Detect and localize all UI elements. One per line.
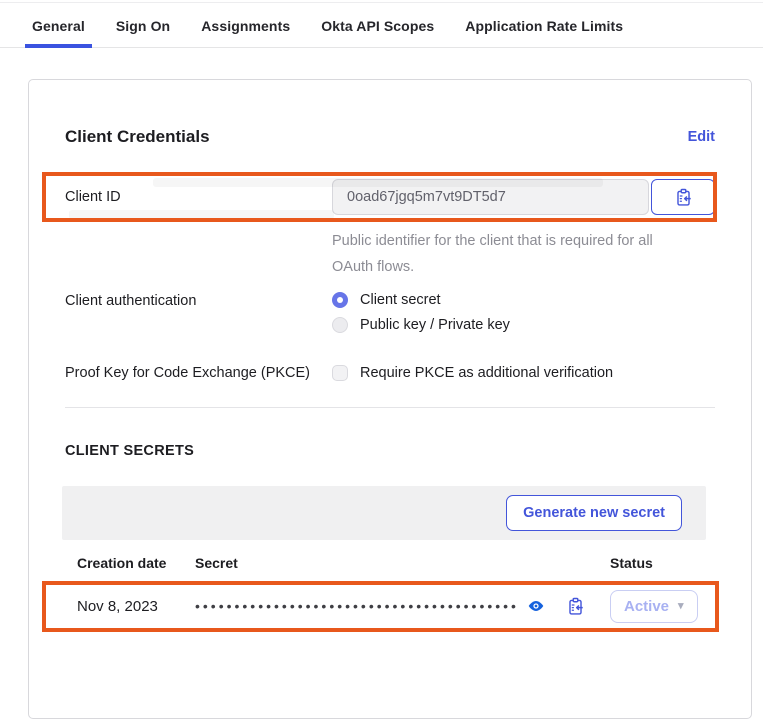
client-credentials-header: Client Credentials Edit bbox=[65, 127, 715, 147]
tab-general[interactable]: General bbox=[25, 12, 92, 47]
tab-label: Assignments bbox=[201, 18, 290, 34]
pkce-row: Proof Key for Code Exchange (PKCE) Requi… bbox=[65, 365, 715, 381]
checkbox-unchecked-icon bbox=[332, 365, 348, 381]
generate-new-secret-button[interactable]: Generate new secret bbox=[506, 495, 682, 531]
header-secret: Secret bbox=[195, 555, 547, 571]
client-authentication-row: Client authentication Client secret Publ… bbox=[65, 292, 715, 333]
section-title: Client Credentials bbox=[65, 127, 210, 147]
status-dropdown-button[interactable]: Active ▾ bbox=[610, 590, 698, 623]
tab-sign-on[interactable]: Sign On bbox=[109, 12, 177, 47]
tab-bar: General Sign On Assignments Okta API Sco… bbox=[0, 0, 763, 48]
radio-option-client-secret[interactable]: Client secret bbox=[332, 292, 715, 308]
masked-secret-value: ••••••••••••••••••••••••••••••••••••••••… bbox=[195, 598, 517, 614]
client-secrets-toolbar: Generate new secret bbox=[62, 486, 706, 540]
copy-client-id-button[interactable] bbox=[651, 179, 715, 215]
header-creation-date: Creation date bbox=[77, 555, 195, 571]
client-id-row: Client ID 0oad67jgq5m7vt9DT5d7 bbox=[65, 179, 715, 215]
tab-label: Application Rate Limits bbox=[465, 18, 623, 34]
header-status: Status bbox=[603, 555, 715, 571]
radio-option-public-private-key[interactable]: Public key / Private key bbox=[332, 317, 715, 333]
secret-cell: ••••••••••••••••••••••••••••••••••••••••… bbox=[195, 595, 547, 617]
top-divider bbox=[0, 2, 763, 3]
client-authentication-label: Client authentication bbox=[65, 293, 332, 309]
client-secrets-title: CLIENT SECRETS bbox=[65, 443, 715, 459]
tab-label: Sign On bbox=[116, 18, 170, 34]
client-id-field-group: 0oad67jgq5m7vt9DT5d7 bbox=[332, 179, 715, 215]
table-header-row: Creation date Secret Status bbox=[65, 543, 715, 583]
tab-okta-api-scopes[interactable]: Okta API Scopes bbox=[314, 12, 441, 47]
general-settings-card: Client Credentials Edit Client ID 0oad67… bbox=[28, 79, 752, 719]
tab-application-rate-limits[interactable]: Application Rate Limits bbox=[458, 12, 630, 47]
chevron-down-icon: ▾ bbox=[678, 601, 684, 612]
client-authentication-options: Client secret Public key / Private key bbox=[332, 292, 715, 333]
section-divider bbox=[65, 407, 715, 408]
secret-table-row: Nov 8, 2023 ••••••••••••••••••••••••••••… bbox=[65, 583, 715, 629]
copy-secret-button[interactable] bbox=[564, 595, 587, 618]
pkce-label: Proof Key for Code Exchange (PKCE) bbox=[65, 365, 332, 381]
pkce-checkbox-option[interactable]: Require PKCE as additional verification bbox=[332, 365, 715, 381]
reveal-secret-button[interactable] bbox=[525, 595, 547, 617]
tab-label: General bbox=[32, 18, 85, 34]
clipboard-copy-icon bbox=[566, 597, 585, 616]
clipboard-copy-icon bbox=[674, 188, 693, 207]
eye-icon bbox=[527, 597, 545, 615]
radio-unselected-icon bbox=[332, 317, 348, 333]
redaction-artifact bbox=[69, 210, 334, 219]
radio-selected-icon bbox=[332, 292, 348, 308]
radio-option-label: Public key / Private key bbox=[360, 317, 510, 333]
tab-assignments[interactable]: Assignments bbox=[194, 12, 297, 47]
client-id-helper-text: Public identifier for the client that is… bbox=[332, 228, 684, 280]
secret-creation-date: Nov 8, 2023 bbox=[77, 598, 195, 615]
client-secrets-table: Creation date Secret Status Nov 8, 2023 … bbox=[65, 543, 715, 629]
tab-label: Okta API Scopes bbox=[321, 18, 434, 34]
status-label: Active bbox=[624, 598, 669, 615]
edit-link[interactable]: Edit bbox=[688, 129, 715, 145]
client-id-value[interactable]: 0oad67jgq5m7vt9DT5d7 bbox=[332, 179, 649, 215]
pkce-option-label: Require PKCE as additional verification bbox=[360, 365, 613, 381]
radio-option-label: Client secret bbox=[360, 292, 441, 308]
client-id-label: Client ID bbox=[65, 189, 332, 205]
client-id-helper-row: Public identifier for the client that is… bbox=[65, 228, 715, 280]
